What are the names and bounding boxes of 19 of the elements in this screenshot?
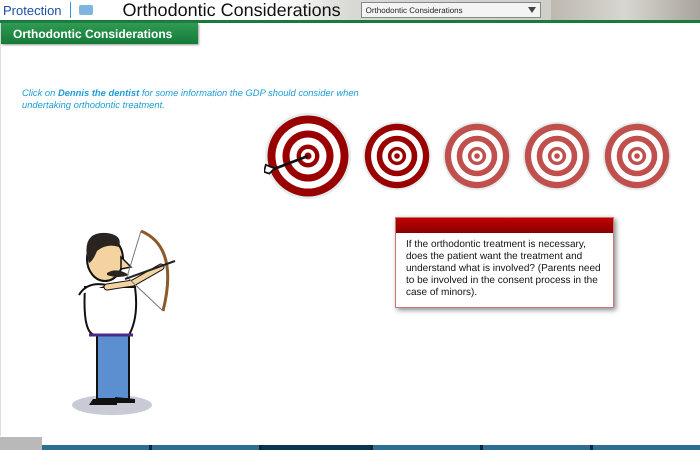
instruction-text: Click on Dennis the dentist for some information the GDP should consider when undertaking orthodontic treatment. — [22, 87, 360, 111]
nav-segment[interactable] — [372, 445, 480, 450]
target-icon[interactable] — [264, 112, 352, 200]
target-icon[interactable] — [362, 121, 432, 191]
nav-segment[interactable] — [592, 445, 700, 450]
target-icon[interactable] — [442, 121, 512, 191]
page-curl-tab[interactable] — [0, 437, 42, 450]
nav-segment[interactable] — [262, 445, 370, 450]
page-title: Orthodontic Considerations — [122, 0, 341, 20]
nav-segment[interactable] — [42, 445, 150, 450]
topic-dropdown[interactable]: Orthodontic Considerations — [360, 2, 541, 18]
nav-segment[interactable] — [152, 445, 260, 450]
caret-icon — [528, 7, 536, 13]
nav-segment[interactable] — [482, 445, 590, 450]
target-icon[interactable] — [522, 121, 592, 191]
logo-icon — [78, 5, 93, 15]
target-icon[interactable] — [602, 121, 672, 191]
info-text: If the orthodontic treatment is necessary, does the patient want the treatment and understand what is involved? (Parents need to be involved in the consent process in the case of minors). — [406, 239, 602, 299]
brand-name: Protection — [3, 2, 62, 18]
